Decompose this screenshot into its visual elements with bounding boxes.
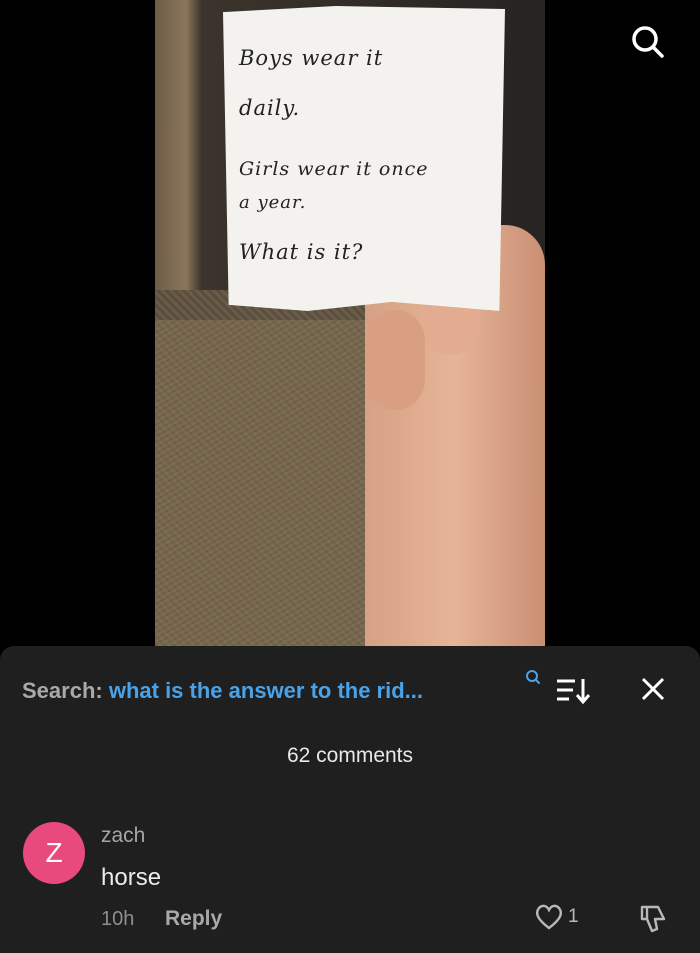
like-button[interactable]: 1 — [534, 903, 579, 931]
note-line: Boys wear it — [239, 46, 384, 70]
paper-note: Boys wear it daily. Girls wear it once a… — [223, 6, 505, 311]
comments-count: 62 comments — [286, 744, 414, 767]
thumbs-down-icon — [640, 905, 666, 933]
dislike-button[interactable] — [638, 903, 670, 938]
note-line: daily. — [239, 96, 301, 120]
close-icon[interactable] — [640, 676, 666, 707]
search-suggestion[interactable]: Search: what is the answer to the rid... — [22, 678, 423, 704]
comment-time: 10h — [101, 908, 135, 930]
search-icon[interactable] — [628, 22, 668, 62]
comment-username[interactable]: zach — [101, 824, 145, 848]
avatar[interactable]: Z — [23, 822, 85, 884]
note-line: What is it? — [239, 240, 364, 264]
reply-button[interactable]: Reply — [165, 907, 222, 931]
thumb — [365, 310, 425, 410]
note-line: Girls wear it once — [239, 158, 429, 180]
like-count: 1 — [568, 906, 579, 927]
video-player[interactable]: Boys wear it daily. Girls wear it once a… — [0, 0, 700, 646]
heart-icon — [535, 904, 563, 930]
search-query[interactable]: what is the answer to the rid... — [109, 678, 423, 703]
search-icon[interactable] — [524, 668, 542, 691]
video-frame: Boys wear it daily. Girls wear it once a… — [155, 0, 545, 646]
search-prefix: Search: — [22, 678, 103, 703]
sort-icon[interactable] — [555, 676, 591, 711]
comment-text: horse — [101, 864, 162, 891]
comments-panel: Search: what is the answer to the rid...… — [0, 646, 700, 953]
note-line: a year. — [239, 192, 307, 213]
